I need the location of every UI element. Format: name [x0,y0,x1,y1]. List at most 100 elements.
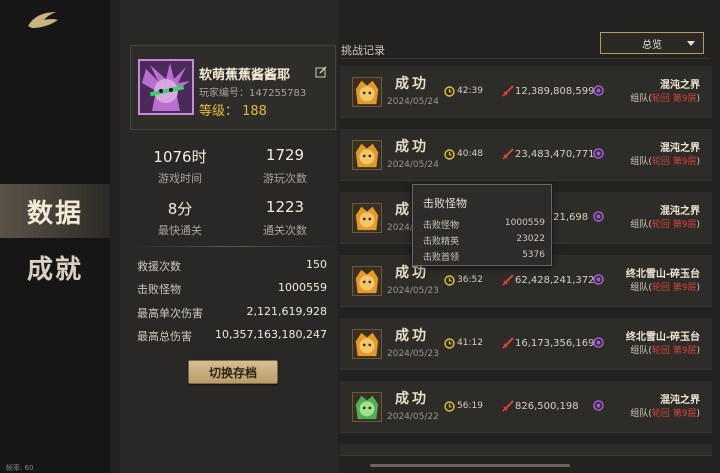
record-mode-suffix: ) [696,409,700,419]
main-area: 软萌蕉蕉酱酱耶 玩家编号：147255783 等级： 188 1076时 游戏时… [110,0,720,473]
tooltip-label: 击败首领 [423,253,460,263]
detail-label: 最高总伤害 [137,330,192,343]
stats-grid: 1076时 游戏时间 1729 游玩次数 8分 最快通关 1223 通关次数 [130,140,340,240]
sword-icon [502,148,514,160]
record-row[interactable]: 成功 2024/05/23 41:12 16,173,356,169 终北雪山-… [340,318,712,370]
game-logo-icon [28,12,58,28]
detail-row[interactable]: 击败怪物 1000559 [137,281,337,299]
stat-value: 1076时 [153,148,207,166]
record-map: 终北雪山-碎玉台 [625,332,700,343]
record-mode-level: 轮回 第9层 [651,283,697,293]
detail-label: 最高单次伤害 [137,307,203,320]
clock-icon [444,401,455,412]
clock-icon [444,275,455,286]
record-date: 2024/05/24 [387,160,439,170]
record-mode-level: 轮回 第9层 [651,94,697,104]
stat-value: 1223 [265,198,305,216]
records-title: 挑战记录 [341,44,385,57]
stat-label: 通关次数 [263,224,307,237]
record-map: 混沌之界 [660,80,700,91]
record-mode-prefix: 组队( [630,409,652,419]
stat-label: 最快通关 [158,224,202,237]
edit-icon[interactable] [315,66,327,78]
record-date: 2024/05/24 [387,97,439,107]
stat-value: 8分 [167,200,193,218]
record-time: 56:19 [457,401,483,411]
record-map: 混沌之界 [660,143,700,154]
tooltip-label: 击败精英 [423,237,460,247]
portal-icon [593,400,604,411]
sidebar: 数据 成就 帧率: 60 [0,0,110,473]
record-mode: 组队(轮回 第9层) [630,217,700,230]
hero-portrait-icon [352,329,382,359]
player-level: 等级： 188 [199,104,267,119]
nav-item-data[interactable]: 数据 [0,184,110,238]
detail-value: 150 [306,258,327,271]
detail-value: 2,121,619,928 [246,305,327,318]
switch-save-button[interactable]: 切换存档 [188,360,278,384]
nav-item-achievements[interactable]: 成就 [0,240,110,294]
record-damage: 16,173,356,169 [515,338,595,349]
portal-icon [593,85,604,96]
record-time: 42:39 [457,86,483,96]
record-map: 终北雪山-碎玉台 [625,269,700,280]
record-date: 2024/05/23 [387,349,439,359]
records-divider [341,58,711,59]
record-row[interactable]: 成功 2024/05/22 56:19 826,500,198 混沌之界 组队(… [340,381,712,433]
record-mode: 组队(轮回 第9层) [630,343,700,356]
record-mode-suffix: ) [696,157,700,167]
record-mode-level: 轮回 第9层 [651,220,697,230]
tooltip-row: 击败怪物 1000559 [423,218,545,231]
record-time: 40:48 [457,149,483,159]
record-mode-prefix: 组队( [630,283,652,293]
detail-row: 最高总伤害 10,357,163,180,247 [137,328,337,346]
portal-icon [593,337,604,348]
detail-label: 救援次数 [137,260,181,273]
portal-icon [593,148,604,159]
record-mode-prefix: 组队( [630,94,652,104]
detail-value: 10,357,163,180,247 [215,328,327,341]
avatar[interactable] [138,59,194,115]
record-mode: 组队(轮回 第9层) [630,154,700,167]
clock-icon [444,149,455,160]
record-date: 2024/05/23 [387,286,439,296]
detail-label: 击败怪物 [137,283,181,296]
tooltip-label: 击败怪物 [423,221,460,231]
filter-select[interactable]: 总览 [600,32,704,54]
record-mode-suffix: ) [696,94,700,104]
stat-label: 游戏时间 [158,172,202,185]
record-damage: 12,389,808,599 [515,86,595,97]
record-result: 成功 [395,76,429,92]
sword-icon [502,337,514,349]
record-row[interactable] [340,444,712,456]
detail-row: 最高单次伤害 2,121,619,928 [137,305,337,323]
hero-portrait-icon [352,140,382,170]
fps-counter: 帧率: 60 [6,464,34,472]
scrollbar[interactable] [370,464,570,467]
tooltip-title: 击败怪物 [423,197,467,210]
record-row[interactable]: 成功 2024/05/24 40:48 23,483,470,771 混沌之界 … [340,129,712,181]
player-username: 软萌蕉蕉酱酱耶 [199,68,291,83]
record-damage: 826,500,198 [515,401,579,412]
record-mode-prefix: 组队( [630,157,652,167]
caret-down-icon [687,41,695,46]
record-mode: 组队(轮回 第9层) [630,280,700,293]
clock-icon [444,338,455,349]
sword-icon [502,274,514,286]
sword-icon [502,400,514,412]
record-result: 成功 [395,328,429,344]
record-result: 成功 [395,391,429,407]
record-row[interactable]: 成功 2024/05/24 42:39 12,389,808,599 混沌之界 … [340,66,712,118]
record-mode: 组队(轮回 第9层) [630,91,700,104]
stat-label: 游玩次数 [263,172,307,185]
record-mode-level: 轮回 第9层 [651,346,697,356]
record-damage: 23,483,470,771 [515,149,595,160]
profile-card: 软萌蕉蕉酱酱耶 玩家编号：147255783 等级： 188 [130,45,336,130]
record-time: 36:52 [457,275,483,285]
sword-icon [502,85,514,97]
tooltip-value: 5376 [522,250,545,260]
player-panel: 软萌蕉蕉酱酱耶 玩家编号：147255783 等级： 188 1076时 游戏时… [120,0,338,473]
tooltip-value: 1000559 [504,218,545,228]
record-mode-suffix: ) [696,346,700,356]
record-mode: 组队(轮回 第9层) [630,406,700,419]
